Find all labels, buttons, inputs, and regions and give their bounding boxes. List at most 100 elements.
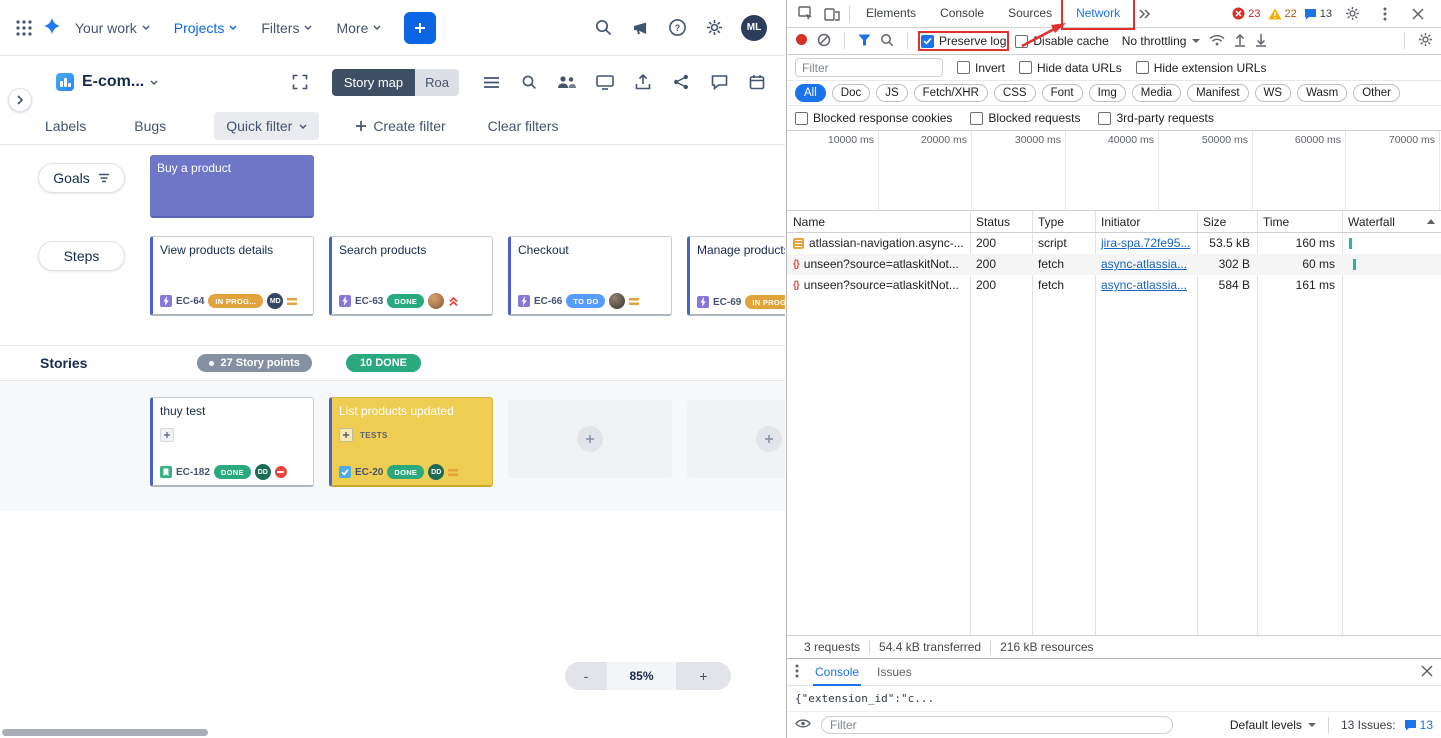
chip-fetch-xhr[interactable]: Fetch/XHR: [914, 84, 988, 102]
column-header-type[interactable]: Type: [1032, 211, 1095, 232]
request-row[interactable]: atlassian-navigation.async-... 200 scrip…: [787, 233, 1441, 254]
story-card[interactable]: List products updated TESTS EC-20 DONE D…: [329, 397, 493, 487]
chip-js[interactable]: JS: [876, 84, 907, 102]
goal-card[interactable]: Buy a product: [150, 155, 314, 218]
disable-cache-checkbox[interactable]: Disable cache: [1015, 34, 1108, 48]
column-header-status[interactable]: Status: [970, 211, 1032, 232]
initiator-link[interactable]: jira-spa.72fe95...: [1101, 236, 1190, 250]
step-card[interactable]: View products details EC-64 IN PROG... M…: [150, 236, 314, 316]
zoom-out-button[interactable]: -: [565, 662, 607, 690]
steps-lane-pill[interactable]: Steps: [38, 241, 125, 271]
hide-extension-urls-checkbox[interactable]: Hide extension URLs: [1136, 61, 1267, 75]
console-filter-input[interactable]: [821, 716, 1173, 734]
issues-bubble-icon[interactable]: 13: [1404, 718, 1433, 732]
error-count-icon[interactable]: 23: [1232, 7, 1260, 20]
initiator-link[interactable]: async-atlassia...: [1101, 257, 1187, 271]
invert-checkbox[interactable]: Invert: [957, 61, 1005, 75]
chip-ws[interactable]: WS: [1255, 84, 1292, 102]
announcements-icon[interactable]: [630, 18, 650, 38]
record-button[interactable]: [795, 33, 808, 49]
network-filter-input[interactable]: [795, 58, 943, 77]
help-icon[interactable]: ?: [667, 18, 687, 38]
chip-css[interactable]: CSS: [994, 84, 1036, 102]
step-card[interactable]: Manage products EC-69 IN PROG...: [687, 236, 785, 316]
horizontal-scrollbar[interactable]: [2, 729, 208, 736]
console-log-line[interactable]: {"extension_id":"c...: [787, 686, 1441, 712]
people-icon[interactable]: [557, 72, 577, 92]
step-card[interactable]: Checkout EC-66 TO DO: [508, 236, 672, 316]
view-story-map[interactable]: Story map: [332, 69, 415, 96]
chip-all[interactable]: All: [795, 84, 826, 102]
assignee-avatar[interactable]: DD: [255, 464, 271, 480]
export-icon[interactable]: [633, 72, 653, 92]
filter-funnel-icon[interactable]: [858, 34, 871, 49]
sidebar-expand-button[interactable]: [8, 88, 32, 112]
assignee-avatar[interactable]: MD: [267, 293, 283, 309]
search-board-icon[interactable]: [519, 72, 539, 92]
chip-wasm[interactable]: Wasm: [1297, 84, 1347, 102]
network-settings-gear-icon[interactable]: [1418, 32, 1433, 50]
settings-gear-icon[interactable]: [704, 18, 724, 38]
column-header-name[interactable]: Name: [787, 211, 970, 232]
chip-doc[interactable]: Doc: [832, 84, 870, 102]
zoom-in-button[interactable]: +: [676, 662, 731, 690]
chip-font[interactable]: Font: [1042, 84, 1083, 102]
log-levels-dropdown[interactable]: Default levels: [1230, 718, 1316, 732]
drawer-tab-issues[interactable]: Issues: [875, 659, 914, 686]
inspect-element-icon[interactable]: [793, 1, 819, 27]
column-header-initiator[interactable]: Initiator: [1095, 211, 1197, 232]
share-icon[interactable]: [671, 72, 691, 92]
third-party-requests-checkbox[interactable]: 3rd-party requests: [1098, 111, 1213, 125]
hide-data-urls-checkbox[interactable]: Hide data URLs: [1019, 61, 1122, 75]
user-avatar[interactable]: ML: [741, 15, 767, 41]
drawer-tab-console[interactable]: Console: [813, 659, 861, 686]
jira-logo[interactable]: [40, 18, 60, 38]
search-icon[interactable]: [593, 18, 613, 38]
eye-icon[interactable]: [795, 718, 811, 732]
request-row[interactable]: {} unseen?source=atlaskitNot... 200 fetc…: [787, 275, 1441, 296]
labels-filter[interactable]: Labels: [45, 118, 86, 134]
import-har-icon[interactable]: [1234, 33, 1246, 50]
network-overview-timeline[interactable]: 10000 ms 20000 ms 30000 ms 40000 ms 5000…: [787, 131, 1441, 211]
blocked-response-cookies-checkbox[interactable]: Blocked response cookies: [795, 111, 952, 125]
close-drawer-icon[interactable]: [1421, 665, 1433, 680]
devtools-settings-icon[interactable]: [1339, 1, 1365, 27]
tab-console[interactable]: Console: [928, 0, 996, 27]
add-card-button[interactable]: [577, 426, 603, 452]
chip-media[interactable]: Media: [1132, 84, 1181, 102]
create-button[interactable]: [404, 12, 436, 44]
calendar-icon[interactable]: [747, 72, 767, 92]
view-roadmap[interactable]: Roa: [415, 69, 459, 96]
warning-count-icon[interactable]: 22: [1268, 8, 1297, 20]
preserve-log-checkbox[interactable]: Preserve log: [921, 34, 1006, 48]
drawer-kebab-menu-icon[interactable]: [795, 664, 799, 681]
blocked-requests-checkbox[interactable]: Blocked requests: [970, 111, 1080, 125]
assignee-avatar[interactable]: [428, 293, 444, 309]
more-tabs-icon[interactable]: [1132, 1, 1158, 27]
assignee-avatar[interactable]: [609, 293, 625, 309]
goals-lane-pill[interactable]: Goals: [38, 163, 125, 193]
search-network-icon[interactable]: [880, 33, 894, 50]
nav-filters[interactable]: Filters: [252, 20, 321, 36]
clear-button[interactable]: [817, 33, 831, 50]
nav-projects[interactable]: Projects: [165, 20, 247, 36]
comment-icon[interactable]: [709, 72, 729, 92]
display-icon[interactable]: [595, 72, 615, 92]
chip-manifest[interactable]: Manifest: [1187, 84, 1248, 102]
column-header-waterfall[interactable]: Waterfall: [1342, 211, 1441, 232]
clear-filters-button[interactable]: Clear filters: [488, 118, 559, 134]
story-card[interactable]: thuy test EC-182 DONE DD: [150, 397, 314, 487]
kebab-menu-icon[interactable]: [1372, 1, 1398, 27]
create-filter-button[interactable]: Create filter: [355, 118, 445, 134]
app-switcher-icon[interactable]: [14, 18, 34, 38]
add-button[interactable]: [160, 428, 174, 442]
throttling-dropdown[interactable]: No throttling: [1122, 34, 1201, 48]
project-name[interactable]: E-com...: [82, 73, 144, 91]
add-card-button[interactable]: [756, 426, 782, 452]
tab-network[interactable]: Network: [1064, 0, 1132, 27]
export-har-icon[interactable]: [1255, 33, 1267, 50]
network-conditions-icon[interactable]: [1209, 34, 1225, 49]
request-row[interactable]: {} unseen?source=atlaskitNot... 200 fetc…: [787, 254, 1441, 275]
step-card[interactable]: Search products EC-63 DONE: [329, 236, 493, 316]
quick-filter-button[interactable]: Quick filter: [214, 112, 319, 140]
